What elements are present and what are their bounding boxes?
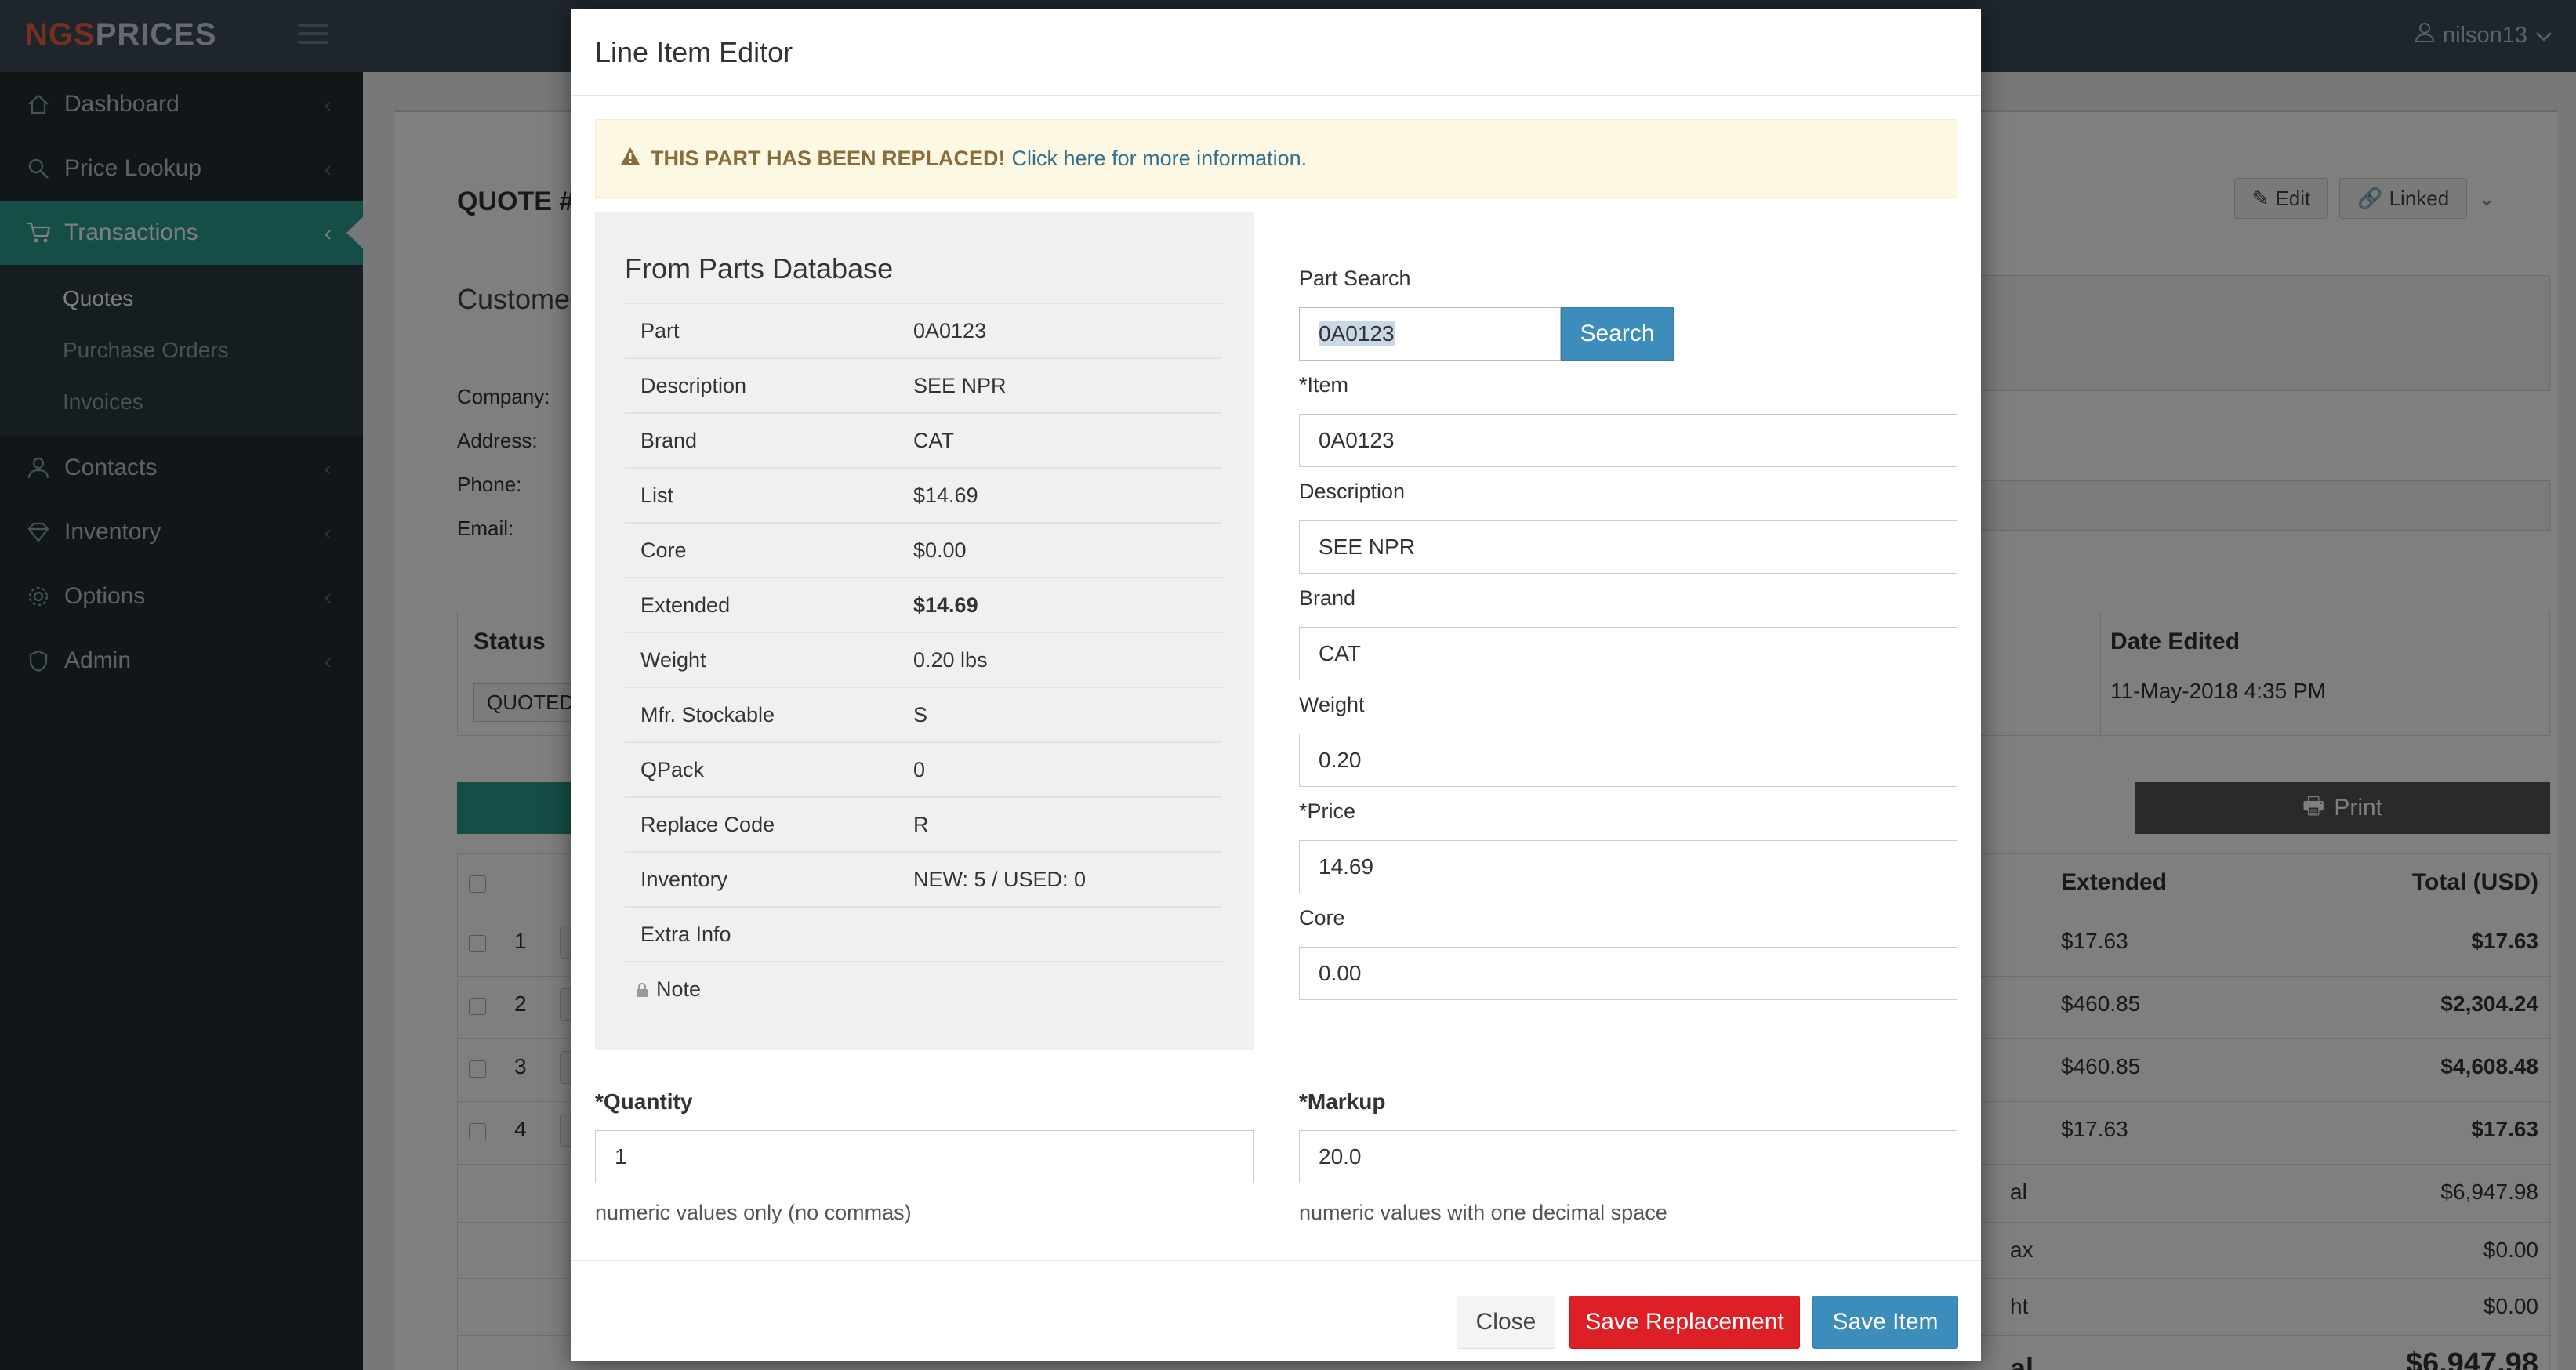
db-row-brand: Brand CAT — [625, 412, 1222, 467]
part-search-label: Part Search — [1299, 266, 1411, 290]
db-value: 0A0123 — [913, 318, 987, 342]
description-label: Description — [1299, 480, 1406, 503]
db-row-inventory: Inventory NEW: 5 / USED: 0 — [625, 851, 1222, 906]
quantity-help: numeric values only (no commas) — [595, 1201, 912, 1224]
db-key: Description — [640, 373, 747, 397]
db-value: $14.69 — [913, 593, 978, 617]
db-key: Mfr. Stockable — [640, 702, 775, 727]
part-search-value: 0A0123 — [1319, 321, 1395, 346]
db-value: $14.69 — [913, 483, 978, 507]
part-search-input[interactable]: 0A0123 — [1299, 307, 1561, 361]
alert-text: THIS PART HAS BEEN REPLACED! — [651, 146, 1006, 170]
brand-input[interactable]: CAT — [1299, 627, 1957, 680]
db-key: Extra Info — [640, 922, 731, 946]
price-label: *Price — [1299, 799, 1356, 823]
replacement-alert: THIS PART HAS BEEN REPLACED! Click here … — [595, 119, 1957, 198]
db-value: R — [913, 812, 929, 836]
weight-input[interactable]: 0.20 — [1299, 734, 1957, 787]
db-value: $0.00 — [913, 538, 967, 562]
brand-label: Brand — [1299, 586, 1356, 610]
db-row-list: List $14.69 — [625, 467, 1222, 522]
db-value: CAT — [913, 428, 954, 452]
item-input[interactable]: 0A0123 — [1299, 414, 1957, 467]
db-row-part: Part 0A0123 — [625, 303, 1222, 357]
markup-help: numeric values with one decimal space — [1299, 1201, 1667, 1224]
quantity-input[interactable]: 1 — [595, 1130, 1254, 1183]
db-row-replace-code: Replace Code R — [625, 796, 1222, 851]
modal-title: Line Item Editor — [595, 36, 793, 68]
db-key: Brand — [640, 428, 698, 452]
modal-header: Line Item Editor — [571, 9, 1981, 96]
db-value: 0.20 lbs — [913, 647, 988, 672]
db-row-note: Note — [625, 961, 1222, 1016]
core-input[interactable]: 0.00 — [1299, 947, 1957, 1000]
price-input[interactable]: 14.69 — [1299, 840, 1957, 893]
parts-database-list: Part 0A0123 Description SEE NPR Brand CAT L… — [625, 303, 1222, 1016]
db-row-core: Core $0.00 — [625, 522, 1222, 577]
warning-icon — [619, 146, 641, 172]
save-item-button[interactable]: Save Item — [1812, 1296, 1958, 1349]
description-input[interactable]: SEE NPR — [1299, 520, 1957, 574]
lock-icon — [637, 983, 648, 998]
db-row-qpack: QPack 0 — [625, 741, 1222, 796]
markup-input[interactable]: 20.0 — [1299, 1130, 1957, 1183]
db-key: Note — [656, 977, 702, 1001]
db-row-extra-info: Extra Info — [625, 906, 1222, 961]
db-row-weight: Weight 0.20 lbs — [625, 632, 1222, 687]
core-label: Core — [1299, 906, 1345, 930]
modal-footer: Close Save Replacement Save Item — [571, 1260, 1981, 1361]
parts-database-panel: From Parts Database Part 0A0123 Descripti… — [595, 212, 1254, 1050]
db-value: NEW: 5 / USED: 0 — [913, 867, 1087, 891]
db-key: Inventory — [640, 867, 728, 891]
close-button[interactable]: Close — [1457, 1296, 1555, 1349]
db-key: Extended — [640, 593, 731, 617]
db-key: Core — [640, 538, 687, 562]
quantity-label: *Quantity — [595, 1089, 693, 1114]
parts-database-title: From Parts Database — [625, 252, 894, 285]
db-row-mfr-stockable: Mfr. Stockable S — [625, 687, 1222, 741]
item-label: *Item — [1299, 373, 1349, 397]
db-row-description: Description SEE NPR — [625, 357, 1222, 412]
db-key-note: Note — [636, 977, 701, 1002]
db-key: List — [640, 483, 674, 507]
db-key: Part — [640, 318, 680, 342]
db-key: Replace Code — [640, 812, 775, 836]
db-key: QPack — [640, 757, 705, 781]
db-value: SEE NPR — [913, 373, 1007, 397]
db-value: 0 — [913, 757, 926, 781]
search-button[interactable]: Search — [1561, 307, 1674, 361]
db-row-extended: Extended $14.69 — [625, 577, 1222, 632]
line-item-editor-modal: Line Item Editor THIS PART HAS BEEN REPL… — [571, 9, 1981, 1361]
weight-label: Weight — [1299, 693, 1365, 716]
markup-label: *Markup — [1299, 1089, 1386, 1114]
db-key: Weight — [640, 647, 706, 672]
db-value: S — [913, 702, 928, 727]
save-replacement-button[interactable]: Save Replacement — [1569, 1296, 1800, 1349]
alert-link[interactable]: Click here for more information. — [1012, 147, 1308, 171]
